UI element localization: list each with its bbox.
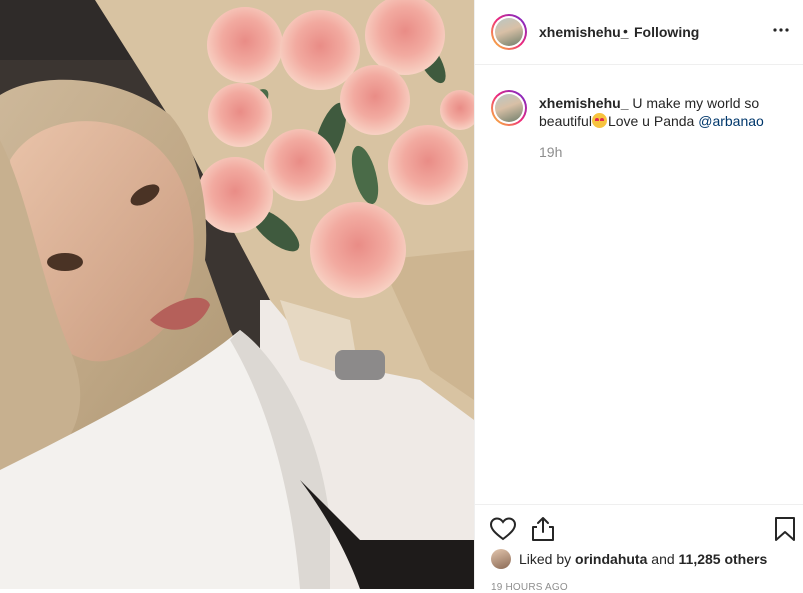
avatar[interactable] [491,14,527,50]
selfie-with-roses-image [0,0,474,589]
likes-summary: Liked by orindahuta and 11,285 others [491,549,767,569]
liker-avatar[interactable] [491,549,511,569]
separator-dot: • [623,23,628,39]
caption-time[interactable]: 19h [539,144,562,160]
likes-count[interactable]: 11,285 others [679,551,768,567]
likes-prefix: Liked by [519,551,572,567]
caption-avatar[interactable] [491,90,527,126]
action-bar [475,504,803,555]
header-username[interactable]: xhemishehu_ [539,24,628,40]
heart-eyes-emoji-icon [591,113,607,128]
liker-username[interactable]: orindahuta [575,551,647,567]
post-sidebar: xhemishehu_ • Following xhemishehu_ U ma… [474,0,803,593]
share-icon[interactable] [529,515,557,543]
post-photo[interactable] [0,0,474,589]
caption-text: xhemishehu_ U make my world so beautiful… [539,94,779,130]
caption-username[interactable]: xhemishehu_ [539,95,628,111]
caption-body-end: Love u Panda [607,113,699,129]
instagram-post: xhemishehu_ • Following xhemishehu_ U ma… [0,0,803,593]
likes-and: and [651,551,675,567]
bookmark-icon[interactable] [771,515,799,543]
heart-icon[interactable] [489,515,517,543]
following-button[interactable]: Following [634,24,699,40]
more-options-icon[interactable] [769,18,793,42]
post-header: xhemishehu_ • Following [475,0,803,65]
mention-link[interactable]: @arbanao [698,113,764,129]
post-timestamp[interactable]: 19 hours ago [491,582,568,593]
